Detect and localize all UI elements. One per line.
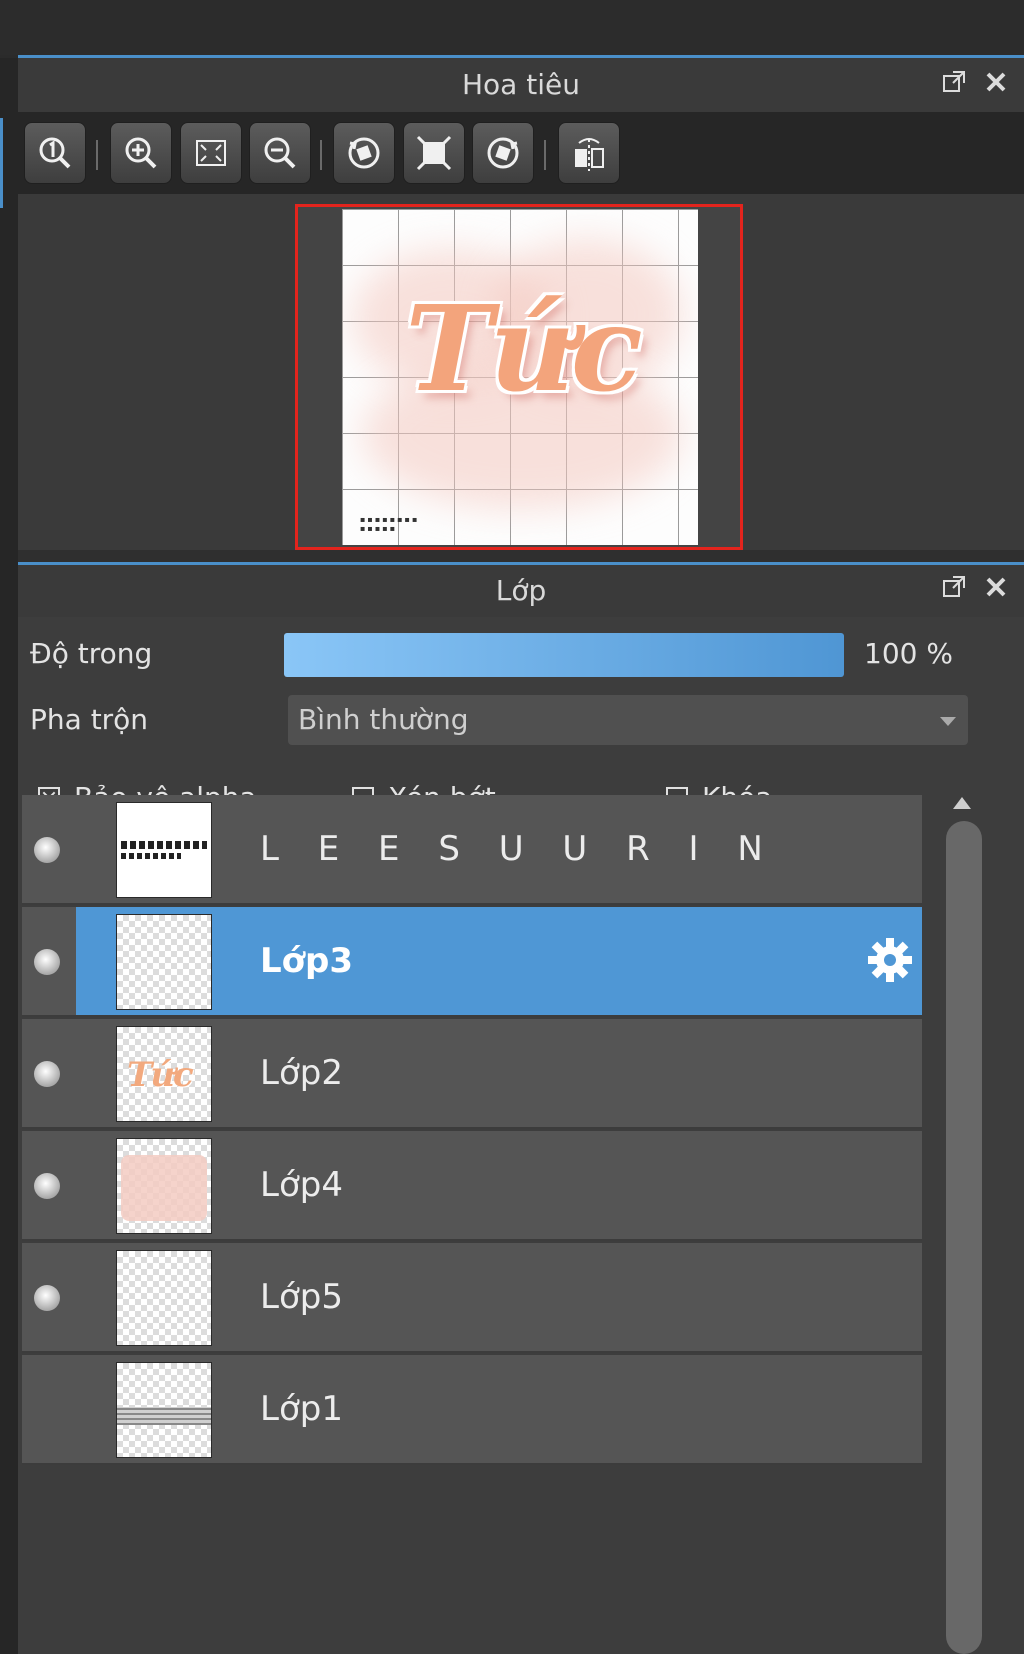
close-icon[interactable] bbox=[982, 70, 1010, 98]
layer-thumbnail bbox=[116, 1250, 212, 1346]
layers-panel: Lớp Độ trong 100 % Pha trộn Bình thường … bbox=[18, 565, 1024, 1654]
blend-label: Pha trộn bbox=[30, 703, 149, 736]
visibility-toggle[interactable] bbox=[34, 1061, 60, 1087]
layer-name: Lớp3 bbox=[260, 941, 354, 981]
popout-icon[interactable] bbox=[940, 70, 968, 98]
toolbar-separator bbox=[320, 140, 322, 170]
layer-list-scrollbar[interactable] bbox=[940, 795, 988, 1654]
layer-row[interactable]: Lớp1 bbox=[22, 1355, 922, 1465]
opacity-label: Độ trong bbox=[30, 637, 153, 670]
navigator-toolbar bbox=[18, 112, 1024, 194]
rotate-right-button[interactable] bbox=[472, 122, 534, 184]
navigator-title-text: Hoa tiêu bbox=[462, 68, 580, 101]
layer-thumbnail bbox=[116, 802, 212, 898]
thumbnail-lettering: Tức bbox=[127, 1055, 194, 1095]
layer-thumbnail bbox=[116, 1362, 212, 1458]
navigator-title-icons bbox=[940, 70, 1010, 98]
layer-thumbnail bbox=[116, 1138, 212, 1234]
visibility-toggle[interactable] bbox=[34, 837, 60, 863]
fit-frame-icon bbox=[416, 135, 452, 171]
thumbnail-text-strip bbox=[121, 841, 207, 849]
navigator-view[interactable]: Tức ▪▪▪▪▪▪▪▪ ▪▪▪▪▪ bbox=[18, 194, 1024, 550]
toolbar-separator bbox=[544, 140, 546, 170]
gear-icon[interactable] bbox=[864, 935, 916, 987]
layer-name: Lớp2 bbox=[260, 1053, 343, 1093]
chevron-down-icon bbox=[940, 717, 956, 726]
layer-name: Lớp1 bbox=[260, 1389, 343, 1429]
zoom-actual-size-button[interactable] bbox=[24, 122, 86, 184]
flip-icon bbox=[575, 138, 604, 171]
fit-to-window-button[interactable] bbox=[180, 122, 242, 184]
fit-rotate-button[interactable] bbox=[403, 122, 465, 184]
zoom-out-icon bbox=[264, 137, 296, 169]
zoom-in-button[interactable] bbox=[110, 122, 172, 184]
navigator-title: Hoa tiêu bbox=[18, 58, 1024, 112]
left-edge bbox=[0, 58, 18, 1654]
opacity-value: 100 % bbox=[864, 637, 953, 670]
visibility-toggle[interactable] bbox=[34, 1173, 60, 1199]
blend-mode-value: Bình thường bbox=[298, 703, 469, 736]
navigator-panel: Hoa tiêu Tức ▪▪▪▪▪▪▪▪ ▪▪▪▪▪ bbox=[18, 58, 1024, 550]
scroll-up-arrow-icon[interactable] bbox=[953, 797, 971, 809]
artwork-signature: ▪▪▪▪▪▪▪▪ ▪▪▪▪▪ bbox=[360, 515, 420, 533]
canvas-preview: Tức ▪▪▪▪▪▪▪▪ ▪▪▪▪▪ bbox=[342, 209, 698, 545]
layer-list: L E E S U U R I N Lớp3 Tức Lớp2 Lớp4 Lớp… bbox=[22, 795, 922, 1654]
layer-name: Lớp4 bbox=[260, 1165, 343, 1205]
flip-horizontal-button[interactable] bbox=[558, 122, 620, 184]
opacity-slider[interactable] bbox=[284, 633, 844, 677]
layers-title-icons bbox=[940, 575, 1010, 603]
left-edge-marker bbox=[0, 118, 3, 208]
layer-thumbnail bbox=[116, 914, 212, 1010]
layer-name: Lớp5 bbox=[260, 1277, 343, 1317]
layer-row[interactable]: Lớp5 bbox=[22, 1243, 922, 1353]
popout-icon[interactable] bbox=[940, 575, 968, 603]
zoom-out-button[interactable] bbox=[249, 122, 311, 184]
layer-row[interactable]: Tức Lớp2 bbox=[22, 1019, 922, 1129]
layer-row-selected[interactable]: Lớp3 bbox=[22, 907, 922, 1017]
opacity-slider-fill bbox=[284, 633, 844, 677]
rotate-right-icon bbox=[487, 137, 519, 169]
rotate-left-icon bbox=[348, 137, 380, 169]
blend-mode-select[interactable]: Bình thường bbox=[288, 695, 968, 745]
visibility-toggle[interactable] bbox=[34, 1285, 60, 1311]
thumbnail-watercolor bbox=[121, 1155, 207, 1221]
thumbnail-text-strip bbox=[121, 853, 181, 859]
layer-name: L E E S U U R I N bbox=[260, 829, 777, 869]
layer-thumbnail: Tức bbox=[116, 1026, 212, 1122]
toolbar-separator bbox=[96, 140, 98, 170]
layers-title: Lớp bbox=[18, 565, 1024, 617]
zoom-one-icon bbox=[39, 137, 71, 169]
rotate-left-button[interactable] bbox=[333, 122, 395, 184]
view-frame[interactable]: Tức ▪▪▪▪▪▪▪▪ ▪▪▪▪▪ bbox=[295, 204, 743, 550]
artwork-lettering: Tức bbox=[405, 279, 642, 418]
close-icon[interactable] bbox=[982, 575, 1010, 603]
fit-screen-icon bbox=[196, 140, 226, 166]
layer-row[interactable]: L E E S U U R I N bbox=[22, 795, 922, 905]
layers-title-text: Lớp bbox=[495, 574, 547, 607]
scrollbar-thumb[interactable] bbox=[946, 821, 982, 1654]
zoom-in-icon bbox=[125, 137, 157, 169]
top-strip bbox=[0, 0, 1024, 55]
layer-row[interactable]: Lớp4 bbox=[22, 1131, 922, 1241]
thumbnail-stripes bbox=[117, 1407, 211, 1425]
visibility-toggle[interactable] bbox=[34, 949, 60, 975]
